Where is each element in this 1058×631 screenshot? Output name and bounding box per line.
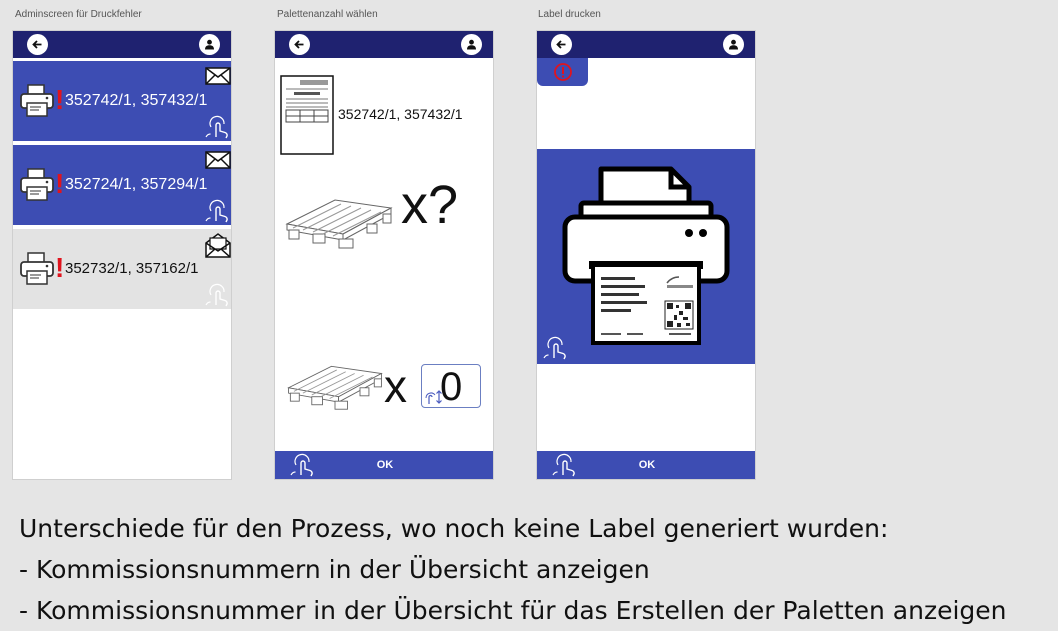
screen-caption-label: Label drucken [538, 9, 601, 20]
back-button[interactable] [289, 34, 310, 55]
pallet-screen: 352742/1, 357432/1 x? x 0 OK [274, 30, 494, 480]
topbar [13, 31, 231, 58]
touch-icon [205, 115, 228, 139]
user-button[interactable] [199, 34, 220, 55]
screen-caption-admin: Adminscreen für Druckfehler [15, 9, 142, 20]
user-icon [729, 39, 738, 50]
quantity-input[interactable]: 0 [421, 364, 481, 408]
notes-line: - Kommissionsnummern in der Übersicht an… [19, 555, 650, 584]
notes-line: Unterschiede für den Prozess, wo noch ke… [19, 514, 889, 543]
warning-icon [554, 63, 572, 81]
stepper-icon [425, 390, 442, 404]
admin-screen: ! 352742/1, 357432/1 ! 352724/1, 357294/… [12, 30, 232, 480]
label-printer-icon [562, 166, 730, 345]
arrow-left-icon [294, 40, 304, 49]
ok-bar[interactable]: OK [275, 451, 493, 479]
screen-caption-pallets: Palettenanzahl wählen [277, 9, 378, 20]
multiplier-label: x [384, 360, 407, 412]
printer-icon [20, 252, 54, 285]
topbar [275, 31, 493, 58]
envelope-icon [205, 151, 231, 169]
user-button[interactable] [461, 34, 482, 55]
open-envelope-icon [205, 233, 231, 258]
ok-button[interactable]: OK [275, 459, 493, 471]
touch-icon [205, 199, 228, 223]
arrow-left-icon [556, 40, 566, 49]
print-label-panel[interactable] [537, 149, 755, 364]
user-icon [467, 39, 476, 50]
print-job-card[interactable]: ! 352742/1, 357432/1 [13, 61, 231, 141]
job-numbers: 352732/1, 357162/1 [65, 260, 199, 277]
print-job-card[interactable]: ! 352724/1, 357294/1 [13, 145, 231, 225]
back-button[interactable] [551, 34, 572, 55]
arrow-left-icon [32, 40, 42, 49]
back-button[interactable] [27, 34, 48, 55]
ticket-numbers: 352742/1, 357432/1 [338, 106, 463, 122]
ok-button[interactable]: OK [537, 459, 755, 471]
notes-line: - Kommissionsnummer in der Übersicht für… [19, 596, 1007, 625]
printer-icon [20, 84, 54, 117]
work-ticket-icon [280, 75, 334, 155]
pallet-icon [285, 199, 393, 249]
printer-icon [20, 168, 54, 201]
job-numbers: 352742/1, 357432/1 [65, 92, 208, 109]
user-icon [205, 39, 214, 50]
error-button[interactable] [537, 58, 588, 86]
user-button[interactable] [723, 34, 744, 55]
alert-icon: ! [55, 168, 65, 199]
ok-bar[interactable]: OK [537, 451, 755, 479]
alert-icon: ! [55, 252, 65, 283]
print-job-card[interactable]: ! 352732/1, 357162/1 [13, 229, 231, 309]
label-screen: OK [536, 30, 756, 480]
notes: Unterschiede für den Prozess, wo noch ke… [19, 508, 1007, 631]
multiplier-question: x? [401, 175, 459, 235]
envelope-icon [205, 67, 231, 85]
topbar [537, 31, 755, 58]
pallet-icon [287, 365, 383, 410]
touch-icon [205, 283, 228, 307]
touch-icon [543, 336, 566, 360]
job-numbers: 352724/1, 357294/1 [65, 176, 208, 193]
alert-icon: ! [55, 84, 65, 115]
